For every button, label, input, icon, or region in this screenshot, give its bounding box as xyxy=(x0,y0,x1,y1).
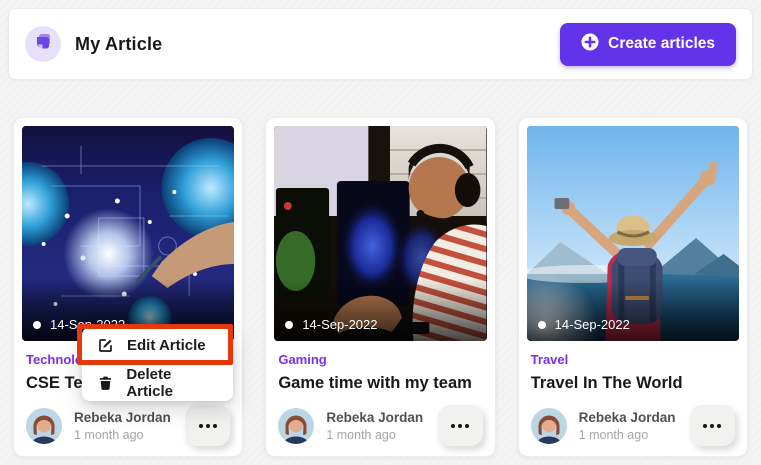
create-articles-button[interactable]: Create articles xyxy=(560,23,736,66)
delete-article-label: Delete Article xyxy=(126,366,218,400)
article-date-badge: 14-Sep-2022 xyxy=(538,317,630,332)
ellipsis-icon xyxy=(199,424,217,428)
plus-icon xyxy=(581,33,599,56)
published-time: 1 month ago xyxy=(74,428,171,442)
article-cards: 14-Sep-2022 Technology CSE Tec Rebeka Jo… xyxy=(13,117,748,457)
published-time: 1 month ago xyxy=(326,428,423,442)
published-time: 1 month ago xyxy=(579,428,676,442)
article-card-footer: Rebeka Jordan 1 month ago xyxy=(26,405,230,446)
date-dot-icon xyxy=(285,321,293,329)
article-category[interactable]: Gaming xyxy=(278,352,482,367)
page-header: My Article Create articles xyxy=(8,8,753,80)
article-card-gaming: 14-Sep-2022 Gaming Game time with my tea… xyxy=(265,117,495,457)
edit-pencil-icon xyxy=(97,337,114,354)
date-dot-icon xyxy=(538,321,546,329)
article-date: 14-Sep-2022 xyxy=(302,317,377,332)
trash-icon xyxy=(97,375,113,391)
note-icon xyxy=(34,32,53,56)
more-options-button[interactable] xyxy=(438,405,483,446)
article-context-menu: Edit Article Delete Article xyxy=(82,327,233,401)
more-options-button[interactable] xyxy=(690,405,735,446)
ellipsis-icon xyxy=(451,424,469,428)
article-image-technology[interactable]: 14-Sep-2022 xyxy=(22,126,234,341)
date-dot-icon xyxy=(33,321,41,329)
article-card-technology: 14-Sep-2022 Technology CSE Tec Rebeka Jo… xyxy=(13,117,243,457)
author-avatar xyxy=(278,408,314,444)
article-title[interactable]: Game time with my team xyxy=(278,374,482,393)
article-badge xyxy=(25,26,61,62)
article-date: 14-Sep-2022 xyxy=(555,317,630,332)
author-avatar xyxy=(26,408,62,444)
author-meta: Rebeka Jordan 1 month ago xyxy=(326,410,423,442)
author-name: Rebeka Jordan xyxy=(579,410,676,425)
article-date-badge: 14-Sep-2022 xyxy=(285,317,377,332)
author-meta: Rebeka Jordan 1 month ago xyxy=(579,410,676,442)
menu-item-edit-article[interactable]: Edit Article xyxy=(82,327,233,364)
create-articles-label: Create articles xyxy=(608,35,715,53)
article-image-travel[interactable]: 14-Sep-2022 xyxy=(527,126,739,341)
article-title[interactable]: Travel In The World xyxy=(531,374,735,393)
article-category[interactable]: Travel xyxy=(531,352,735,367)
author-avatar xyxy=(531,408,567,444)
edit-article-label: Edit Article xyxy=(127,337,206,354)
article-card-footer: Rebeka Jordan 1 month ago xyxy=(278,405,482,446)
author-name: Rebeka Jordan xyxy=(74,410,171,425)
author-name: Rebeka Jordan xyxy=(326,410,423,425)
menu-item-delete-article[interactable]: Delete Article xyxy=(82,364,233,401)
more-options-button[interactable] xyxy=(185,405,230,446)
article-card-travel: 14-Sep-2022 Travel Travel In The World R… xyxy=(518,117,748,457)
article-image-gaming[interactable]: 14-Sep-2022 xyxy=(274,126,486,341)
author-meta: Rebeka Jordan 1 month ago xyxy=(74,410,171,442)
my-article-page: My Article Create articles xyxy=(0,0,761,465)
ellipsis-icon xyxy=(703,424,721,428)
article-card-footer: Rebeka Jordan 1 month ago xyxy=(531,405,735,446)
page-title: My Article xyxy=(75,34,162,55)
